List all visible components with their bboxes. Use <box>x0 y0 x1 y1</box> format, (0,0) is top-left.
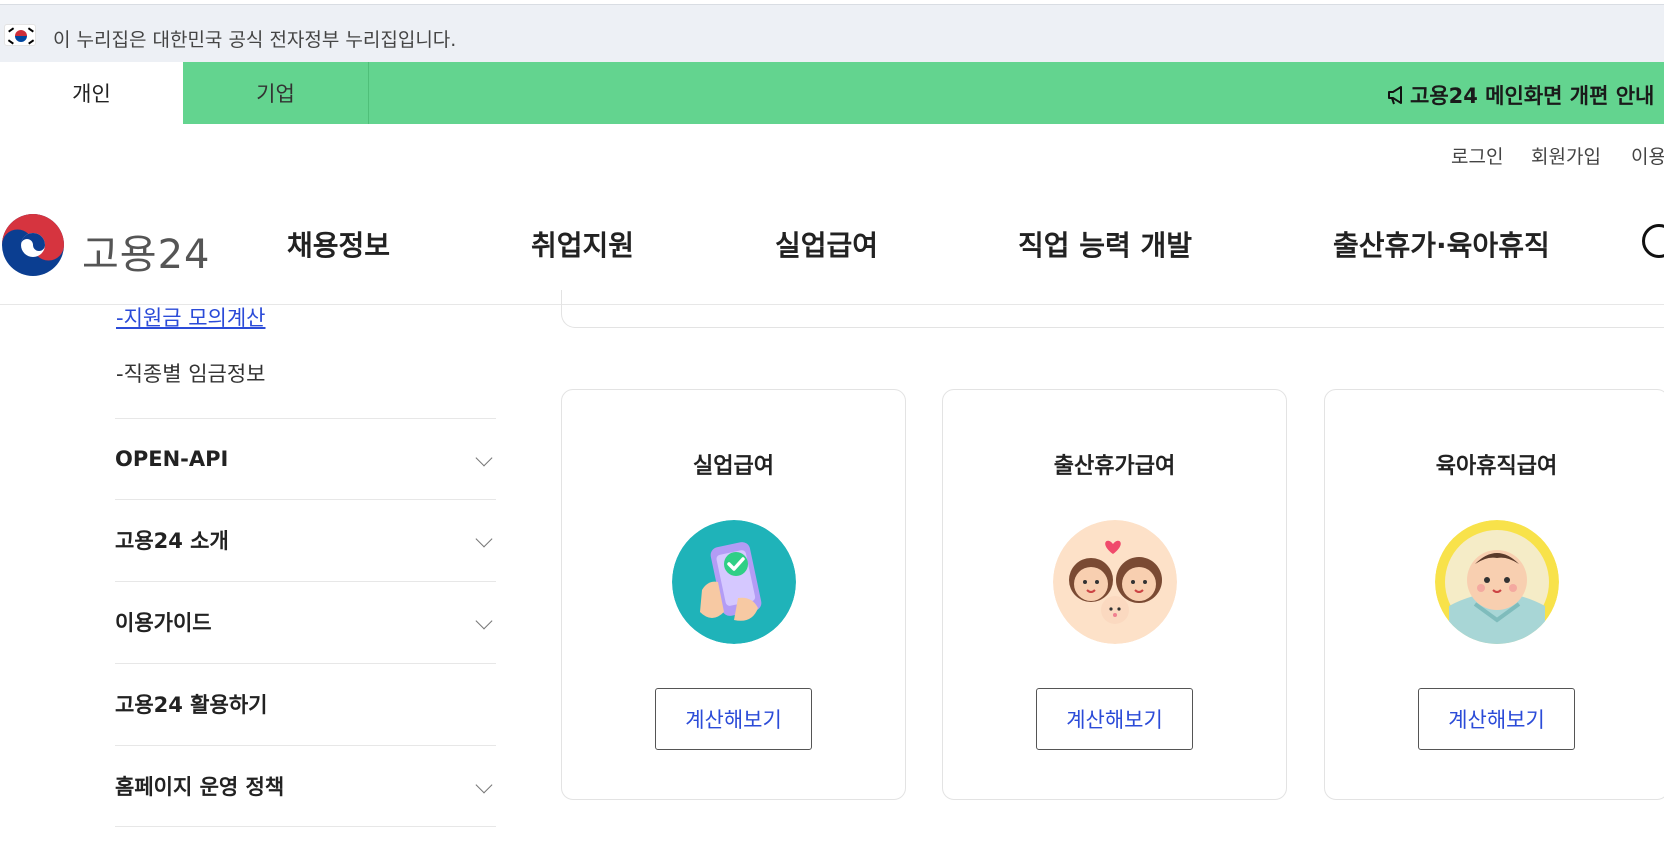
chevron-down-icon <box>475 612 493 630</box>
sidebar-section-user-guide[interactable]: 이용가이드 <box>115 581 496 662</box>
calculate-button[interactable]: 계산해보기 <box>1036 688 1193 750</box>
benefit-card-unemployment: 실업급여 계산해보기 <box>561 389 906 800</box>
nav-item-unemployment-benefit[interactable]: 실업급여 <box>775 224 878 264</box>
sidebar-section-label: 홈페이지 운영 정책 <box>115 775 285 799</box>
nav-item-recruit[interactable]: 채용정보 <box>287 224 390 264</box>
signup-link[interactable]: 회원가입 <box>1531 142 1601 169</box>
sidebar-section-site-policy[interactable]: 홈페이지 운영 정책 <box>115 745 496 826</box>
baby-icon <box>1435 520 1559 644</box>
search-icon[interactable] <box>1642 224 1664 258</box>
tab-personal[interactable]: 개인 <box>0 62 183 124</box>
family-icon <box>1053 520 1177 644</box>
sidebar-section-label: 고용24 활용하기 <box>115 693 268 717</box>
audience-tabbar: 개인 기업 고용24 메인화면 개편 안내 <box>0 62 1664 124</box>
chevron-down-icon <box>475 530 493 548</box>
nav-item-parental-leave[interactable]: 출산휴가·육아휴직 <box>1333 224 1550 264</box>
sidebar-section-label: OPEN-API <box>115 447 229 471</box>
sidebar-sub-link-subsidy-calc[interactable]: -지원금 모의계산 <box>116 302 266 332</box>
nav-item-employment-support[interactable]: 취업지원 <box>531 224 634 264</box>
notice-text: 고용24 메인화면 개편 안내 <box>1410 84 1655 108</box>
benefit-card-maternity: 출산휴가급여 계산해보기 <box>942 389 1287 800</box>
nav-item-job-skills[interactable]: 직업 능력 개발 <box>1018 224 1192 264</box>
benefit-card-parental-leave: 육아휴직급여 계산해보기 <box>1324 389 1664 800</box>
sidebar-section-label: 이용가이드 <box>115 611 212 635</box>
upper-card-panel <box>561 290 1664 328</box>
sidebar-divider <box>115 826 496 827</box>
login-link[interactable]: 로그인 <box>1451 142 1503 169</box>
card-title: 육아휴직급여 <box>1435 454 1558 479</box>
sidebar-section-about[interactable]: 고용24 소개 <box>115 499 496 580</box>
logo-text[interactable]: 고용24 <box>82 222 211 280</box>
megaphone-icon <box>1386 84 1408 106</box>
card-title: 실업급여 <box>693 454 774 479</box>
gov-banner-text: 이 누리집은 대한민국 공식 전자정부 누리집입니다. <box>53 29 457 51</box>
sidebar-section-label: 고용24 소개 <box>115 529 229 553</box>
card-title: 출산휴가급여 <box>1053 454 1176 479</box>
calculate-button[interactable]: 계산해보기 <box>1418 688 1575 750</box>
sidebar-sub-link-wage-info[interactable]: -직종별 임금정보 <box>116 358 266 388</box>
chevron-down-icon <box>475 776 493 794</box>
tab-corporate[interactable]: 기업 <box>183 62 369 124</box>
sidebar-section-how-to-use[interactable]: 고용24 활용하기 <box>115 663 496 744</box>
sidebar-section-open-api[interactable]: OPEN-API <box>115 418 496 499</box>
gov-banner: 이 누리집은 대한민국 공식 전자정부 누리집입니다. <box>0 4 1664 62</box>
guide-link[interactable]: 이용 <box>1631 142 1664 169</box>
calculate-button[interactable]: 계산해보기 <box>655 688 812 750</box>
chevron-down-icon <box>475 449 493 467</box>
korea-flag-icon <box>4 24 36 46</box>
notice-link[interactable]: 고용24 메인화면 개편 안내 <box>1386 80 1654 110</box>
site-header: 고용24 채용정보 취업지원 실업급여 직업 능력 개발 출산휴가·육아휴직 <box>0 190 1664 305</box>
taeguk-logo-icon[interactable] <box>0 212 66 278</box>
phone-check-icon <box>672 520 796 644</box>
